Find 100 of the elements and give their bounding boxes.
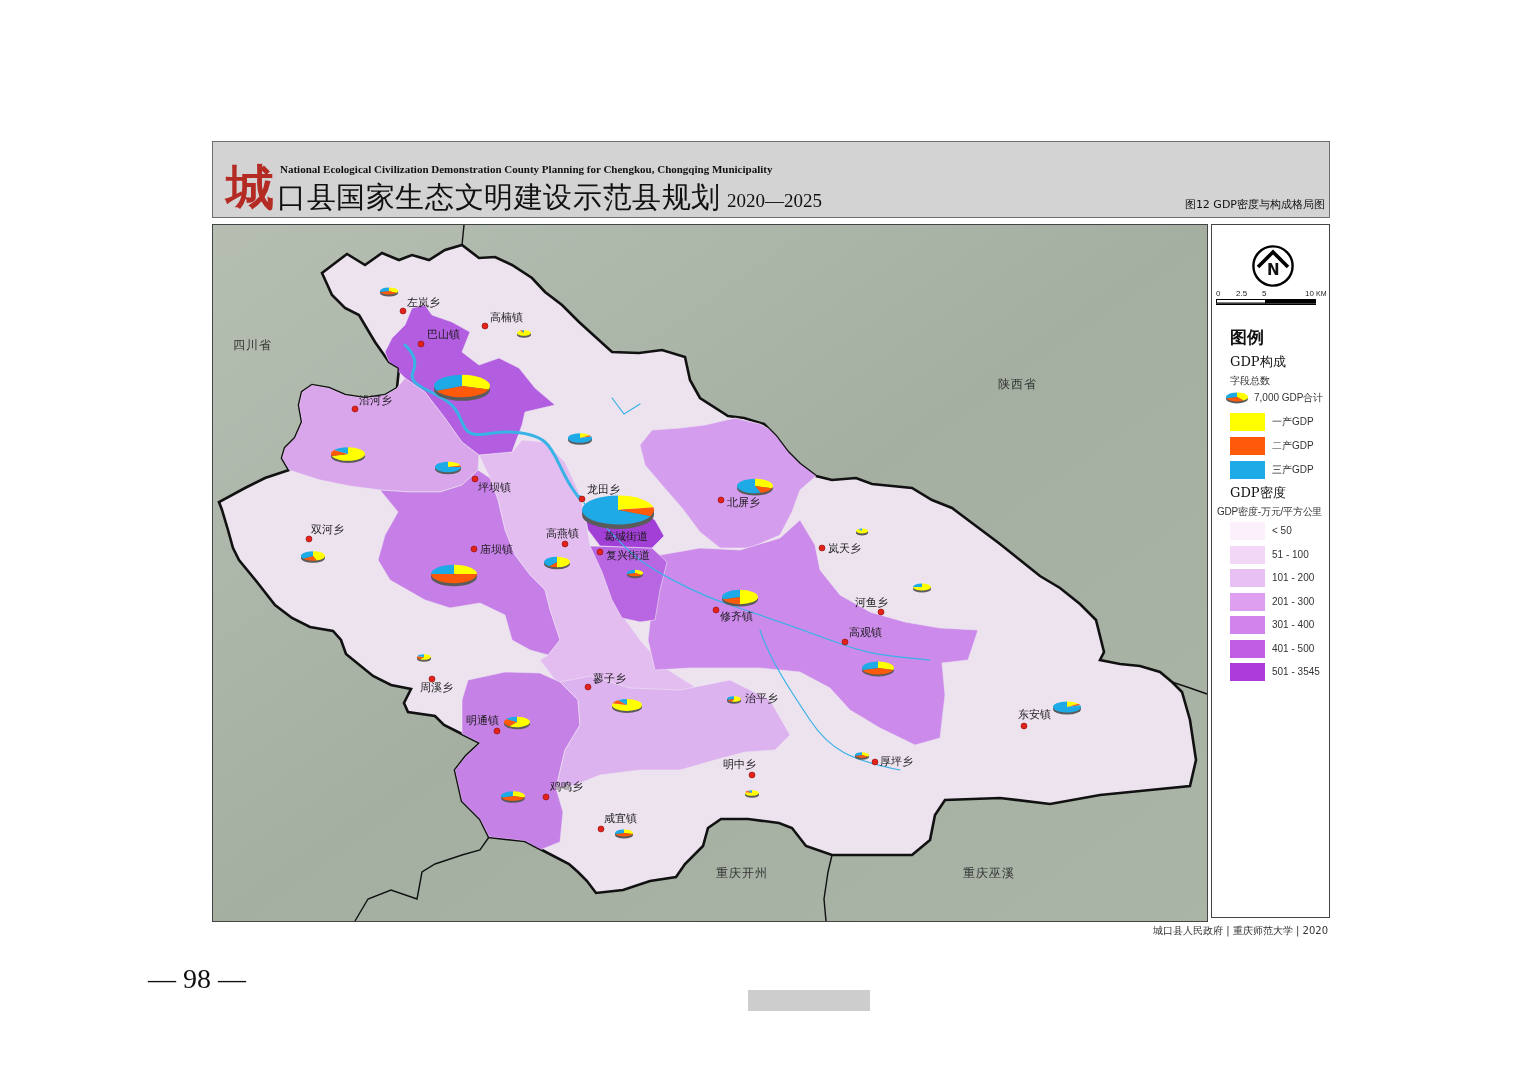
pie-symbol-icon bbox=[434, 374, 490, 401]
legend-label: 301 - 400 bbox=[1272, 619, 1315, 631]
town-dot-icon bbox=[417, 340, 425, 348]
pie-symbol-icon bbox=[501, 791, 525, 803]
pie-symbol-icon bbox=[504, 716, 530, 730]
town-label: 巴山镇 bbox=[427, 328, 460, 341]
pie-symbol-icon bbox=[627, 569, 643, 579]
town-label: 蓼子乡 bbox=[593, 672, 626, 685]
town-label: 周溪乡 bbox=[420, 681, 453, 694]
scale-label: 2.5 bbox=[1236, 289, 1248, 298]
town-dot-icon bbox=[471, 475, 479, 483]
legend-label: 201 - 300 bbox=[1272, 595, 1315, 608]
province-name-label: 重庆巫溪 bbox=[963, 866, 1015, 880]
town-label: 鸡鸣乡 bbox=[550, 780, 583, 793]
legend-label: 501 - 3545 bbox=[1272, 666, 1320, 678]
pie-symbol-icon bbox=[517, 330, 531, 338]
legend-heading: GDP构成 bbox=[1230, 353, 1286, 371]
pie-symbol-icon bbox=[856, 528, 868, 536]
english-subtitle: National Ecological Civilization Demonstration County Planning for Chengkou, Chongqing Municipality bbox=[280, 162, 774, 176]
town-dot-icon bbox=[712, 606, 720, 614]
town-dot-icon bbox=[717, 496, 725, 504]
pie-symbol-icon bbox=[615, 829, 633, 839]
town-label: 治平乡 bbox=[745, 692, 778, 705]
figure-caption: 图12 GDP密度与构成格局图 bbox=[1184, 198, 1325, 212]
town-dot-icon bbox=[561, 540, 569, 548]
pie-symbol-icon bbox=[727, 696, 741, 704]
town-dot-icon bbox=[877, 608, 885, 616]
town-dot-icon bbox=[578, 495, 586, 503]
pie-symbol-icon bbox=[855, 752, 869, 760]
pie-symbol-icon bbox=[745, 790, 759, 798]
pie-symbol-icon bbox=[431, 564, 477, 587]
legend-label: 401 - 500 bbox=[1272, 642, 1315, 655]
town-dot-icon bbox=[399, 307, 407, 315]
plan-years: 2020—2025 bbox=[727, 190, 822, 212]
pie-symbol-icon bbox=[612, 699, 642, 713]
logo-character: 城 bbox=[226, 160, 274, 214]
legend-heading: GDP密度 bbox=[1230, 484, 1286, 502]
legend-label: 101 - 200 bbox=[1272, 572, 1315, 584]
pie-symbol-icon bbox=[380, 287, 398, 297]
town-dot-icon bbox=[871, 758, 879, 766]
pie-symbol-icon bbox=[417, 654, 431, 662]
town-label: 左岚乡 bbox=[407, 296, 440, 309]
legend-label: 三产GDP bbox=[1272, 464, 1314, 476]
legend-label: 51 - 100 bbox=[1272, 548, 1309, 561]
pie-symbol-icon bbox=[301, 551, 326, 563]
pie-symbol-icon bbox=[722, 589, 758, 607]
town-label: 修齐镇 bbox=[720, 610, 753, 623]
legend-label: 7,000 GDP合计 bbox=[1254, 392, 1324, 404]
legend-label: 一产GDP bbox=[1272, 416, 1314, 428]
pie-symbol-icon bbox=[568, 433, 592, 445]
pie-symbol-icon bbox=[862, 661, 894, 677]
town-label: 咸宜镇 bbox=[604, 812, 637, 825]
town-dot-icon bbox=[597, 825, 605, 833]
town-dot-icon bbox=[542, 793, 550, 801]
province-name-label: 重庆开州 bbox=[716, 866, 768, 880]
town-dot-icon bbox=[470, 545, 478, 553]
legend-title: 图例 bbox=[1230, 327, 1264, 349]
pie-symbol-icon bbox=[435, 461, 461, 475]
town-label: 高观镇 bbox=[849, 626, 882, 639]
pie-symbol-icon bbox=[1225, 391, 1249, 405]
town-label: 坪坝镇 bbox=[478, 481, 511, 494]
town-label: 厚坪乡 bbox=[880, 755, 913, 768]
town-label: 庙坝镇 bbox=[480, 543, 513, 556]
town-label: 东安镇 bbox=[1018, 708, 1051, 721]
page-number: — 98 — bbox=[148, 963, 248, 995]
pie-symbol-icon bbox=[582, 495, 654, 530]
town-label: 高楠镇 bbox=[490, 311, 523, 324]
town-label: 明通镇 bbox=[466, 714, 499, 727]
legend-subheading: 字段总数 bbox=[1230, 374, 1270, 387]
town-label: 高燕镇 bbox=[546, 527, 579, 540]
plan-title: 口县国家生态文明建设示范县规划 bbox=[277, 180, 721, 214]
river-line bbox=[611, 397, 641, 415]
pie-symbol-icon bbox=[737, 478, 773, 496]
legend-label: 二产GDP bbox=[1272, 440, 1314, 452]
town-label: 北屏乡 bbox=[727, 496, 760, 509]
town-label: 双河乡 bbox=[311, 523, 344, 536]
scale-label: 10 bbox=[1305, 289, 1314, 298]
legend-label: < 50 bbox=[1272, 525, 1292, 537]
town-label: 明中乡 bbox=[723, 758, 756, 771]
town-dot-icon bbox=[596, 548, 604, 556]
province-name-label: 陕西省 bbox=[998, 377, 1037, 391]
town-label: 龙田乡 bbox=[587, 483, 620, 496]
town-dot-icon bbox=[841, 638, 849, 646]
town-dot-icon bbox=[818, 544, 826, 552]
town-dot-icon bbox=[351, 405, 359, 413]
scale-label: 0 bbox=[1216, 289, 1221, 298]
town-dot-icon bbox=[584, 683, 592, 691]
town-label: 复兴街道 bbox=[606, 549, 650, 562]
town-dot-icon bbox=[481, 322, 489, 330]
credit-text: 城口县人民政府 | 重庆师范大学 | 2020 bbox=[1153, 925, 1328, 937]
town-dot-icon bbox=[428, 675, 436, 683]
pie-symbol-icon bbox=[544, 556, 570, 570]
pie-symbol-icon bbox=[1053, 701, 1081, 715]
town-dot-icon bbox=[1020, 722, 1028, 730]
north-letter: N bbox=[1267, 262, 1280, 278]
scale-label: 5 bbox=[1262, 289, 1267, 298]
town-label: 河鱼乡 bbox=[855, 596, 888, 609]
pie-symbol-icon bbox=[331, 447, 365, 463]
province-name-label: 四川省 bbox=[233, 338, 272, 352]
pie-symbol-icon bbox=[913, 583, 931, 593]
